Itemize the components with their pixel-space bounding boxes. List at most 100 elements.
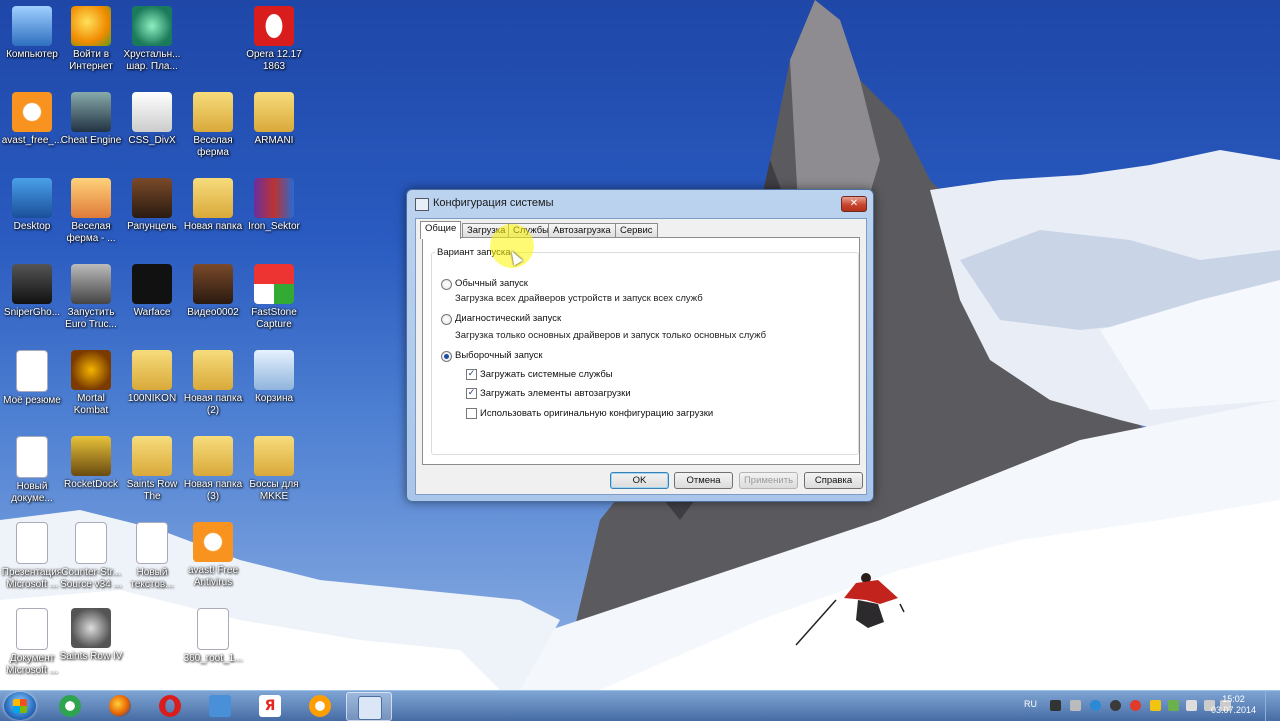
help-button[interactable]: Справка: [804, 472, 863, 489]
desktop-icon[interactable]: Запустить Euro Truc...: [59, 260, 123, 331]
video-icon: [132, 178, 172, 218]
tray-record-icon[interactable]: [1130, 700, 1141, 711]
tray-device-icon[interactable]: [1070, 700, 1081, 711]
desktop-icon[interactable]: Веселая ферма - ...: [59, 174, 123, 245]
desktop-icon[interactable]: Документ Microsoft ...: [0, 604, 64, 677]
desktop-icon[interactable]: ARMANI: [242, 88, 306, 147]
desktop-icon[interactable]: Warface: [120, 260, 184, 319]
apply-button[interactable]: Применить: [739, 472, 798, 489]
tray-disc-icon[interactable]: [1110, 700, 1121, 711]
truck-icon: [71, 264, 111, 304]
normal-startup-radio[interactable]: [441, 279, 452, 290]
folder-icon: [254, 92, 294, 132]
load-system-services-label[interactable]: Загружать системные службы: [480, 369, 613, 380]
tray-alert-icon[interactable]: [1150, 700, 1161, 711]
diagnostic-startup-label[interactable]: Диагностический запуск: [455, 313, 561, 324]
internet-icon: [71, 6, 111, 46]
diagnostic-startup-radio[interactable]: [441, 314, 452, 325]
dialog-titlebar[interactable]: Конфигурация системы: [415, 196, 855, 212]
show-desktop-button[interactable]: [1265, 691, 1280, 721]
use-original-boot-config-label[interactable]: Использовать оригинальную конфигурацию з…: [480, 408, 713, 419]
desktop-icon[interactable]: Войти в Интернет: [59, 2, 123, 73]
desktop-icon[interactable]: Saints Row The: [120, 432, 184, 503]
desktop-icon[interactable]: Desktop: [0, 174, 64, 233]
desktop-icon[interactable]: Opera 12.17 1863: [242, 2, 306, 73]
desktop-icon[interactable]: 100NIKON: [120, 346, 184, 405]
tray-android-icon[interactable]: [1168, 700, 1179, 711]
desktop-icon[interactable]: Видео0002: [181, 260, 245, 319]
cancel-button[interactable]: Отмена: [674, 472, 733, 489]
desktop-icon[interactable]: Saints Row IV: [59, 604, 123, 663]
tab-tools[interactable]: Сервис: [615, 223, 658, 238]
tray-shield-icon[interactable]: [1090, 700, 1101, 711]
start-button[interactable]: [4, 692, 36, 720]
system-tray: RU 15:02 03.07.2014: [1020, 691, 1280, 721]
desktop-icon[interactable]: CSS_DivX: [120, 88, 184, 147]
warface-icon: [132, 264, 172, 304]
clock[interactable]: 15:02 03.07.2014: [1211, 694, 1256, 716]
tray-flag-icon[interactable]: [1186, 700, 1197, 711]
use-original-boot-config-checkbox[interactable]: [466, 408, 477, 419]
tray-film-icon[interactable]: [1050, 700, 1061, 711]
farm-icon: [71, 178, 111, 218]
desktop-icon[interactable]: Презентация Microsoft ...: [0, 518, 64, 591]
audio-icon: [209, 695, 231, 717]
load-startup-items-checkbox[interactable]: ✓: [466, 388, 477, 399]
desktop-icon[interactable]: Веселая ферма: [181, 88, 245, 159]
desktop-icon[interactable]: Mortal Kombat: [59, 346, 123, 417]
taskbar-mail-ru[interactable]: [298, 692, 342, 719]
normal-startup-label[interactable]: Обычный запуск: [455, 278, 528, 289]
taskbar-audio[interactable]: [198, 692, 242, 719]
ok-button[interactable]: OK: [610, 472, 669, 489]
desktop-icon[interactable]: Моё резюме: [0, 346, 64, 407]
language-indicator[interactable]: RU: [1024, 699, 1037, 709]
desktop-icon[interactable]: Новый докуме...: [0, 432, 64, 505]
desktop-icon[interactable]: Новая папка: [181, 174, 245, 233]
close-button[interactable]: ✕: [841, 196, 867, 212]
desktop-icon[interactable]: Боссы для MKKE: [242, 432, 306, 503]
taskbar-msconfig[interactable]: [346, 692, 392, 721]
desktop-icon[interactable]: Компьютер: [0, 2, 64, 61]
system-configuration-dialog[interactable]: Конфигурация системы ✕ Общие Загрузка Сл…: [406, 189, 874, 502]
desktop-icon-label: Корзина: [254, 393, 294, 404]
load-system-services-checkbox[interactable]: ✓: [466, 369, 477, 380]
folder-icon: [193, 178, 233, 218]
desktop-icon[interactable]: 360_root_1...: [181, 604, 245, 665]
taskbar-yandex[interactable]: Я: [248, 692, 292, 719]
desktop-icon-label: 360_root_1...: [183, 653, 243, 664]
desktop-icon[interactable]: Хрустальн... шар. Пла...: [120, 2, 184, 73]
taskbar-mail-agent[interactable]: [48, 692, 92, 719]
computer-icon: [12, 6, 52, 46]
desktop-icon[interactable]: avast! Free Antivirus: [181, 518, 245, 589]
taskbar-firefox[interactable]: [98, 692, 142, 719]
windows-logo-icon: [13, 699, 27, 713]
desktop-icon[interactable]: RocketDock: [59, 432, 123, 491]
desktop-icon-label: Opera 12.17 1863: [246, 49, 302, 72]
desktop-icon[interactable]: Корзина: [242, 346, 306, 405]
avast-icon: [193, 522, 233, 562]
opera-icon: [159, 695, 181, 717]
desktop-icon[interactable]: FastStone Capture: [242, 260, 306, 331]
selective-startup-label[interactable]: Выборочный запуск: [455, 350, 543, 361]
tab-general[interactable]: Общие: [420, 221, 462, 239]
desktop-icon[interactable]: Counter-Str... Source v34 ...: [59, 518, 123, 591]
desktop-icon[interactable]: Рапунцель: [120, 174, 184, 233]
load-startup-items-label[interactable]: Загружать элементы автозагрузки: [480, 388, 631, 399]
dialog-title: Конфигурация системы: [433, 197, 554, 209]
desktop-icon[interactable]: Iron_Sektor: [242, 174, 306, 233]
desktop-icon[interactable]: Новый текстов...: [120, 518, 184, 591]
avast-icon: [12, 92, 52, 132]
mail-ru-icon: [309, 695, 331, 717]
tab-startup[interactable]: Автозагрузка: [548, 223, 616, 238]
desktop-icon[interactable]: avast_free_...: [0, 88, 64, 147]
yandex-icon: Я: [259, 695, 281, 717]
video-icon: [193, 264, 233, 304]
taskbar-opera[interactable]: [148, 692, 192, 719]
desktop-icon[interactable]: SniperGho...: [0, 260, 64, 319]
faststone-icon: [254, 264, 294, 304]
desktop-icon-label: Боссы для MKKE: [249, 479, 299, 502]
desktop-icon[interactable]: Новая папка (3): [181, 432, 245, 503]
selective-startup-radio[interactable]: [441, 351, 452, 362]
desktop-icon[interactable]: Новая папка (2): [181, 346, 245, 417]
desktop-icon[interactable]: Cheat Engine: [59, 88, 123, 147]
